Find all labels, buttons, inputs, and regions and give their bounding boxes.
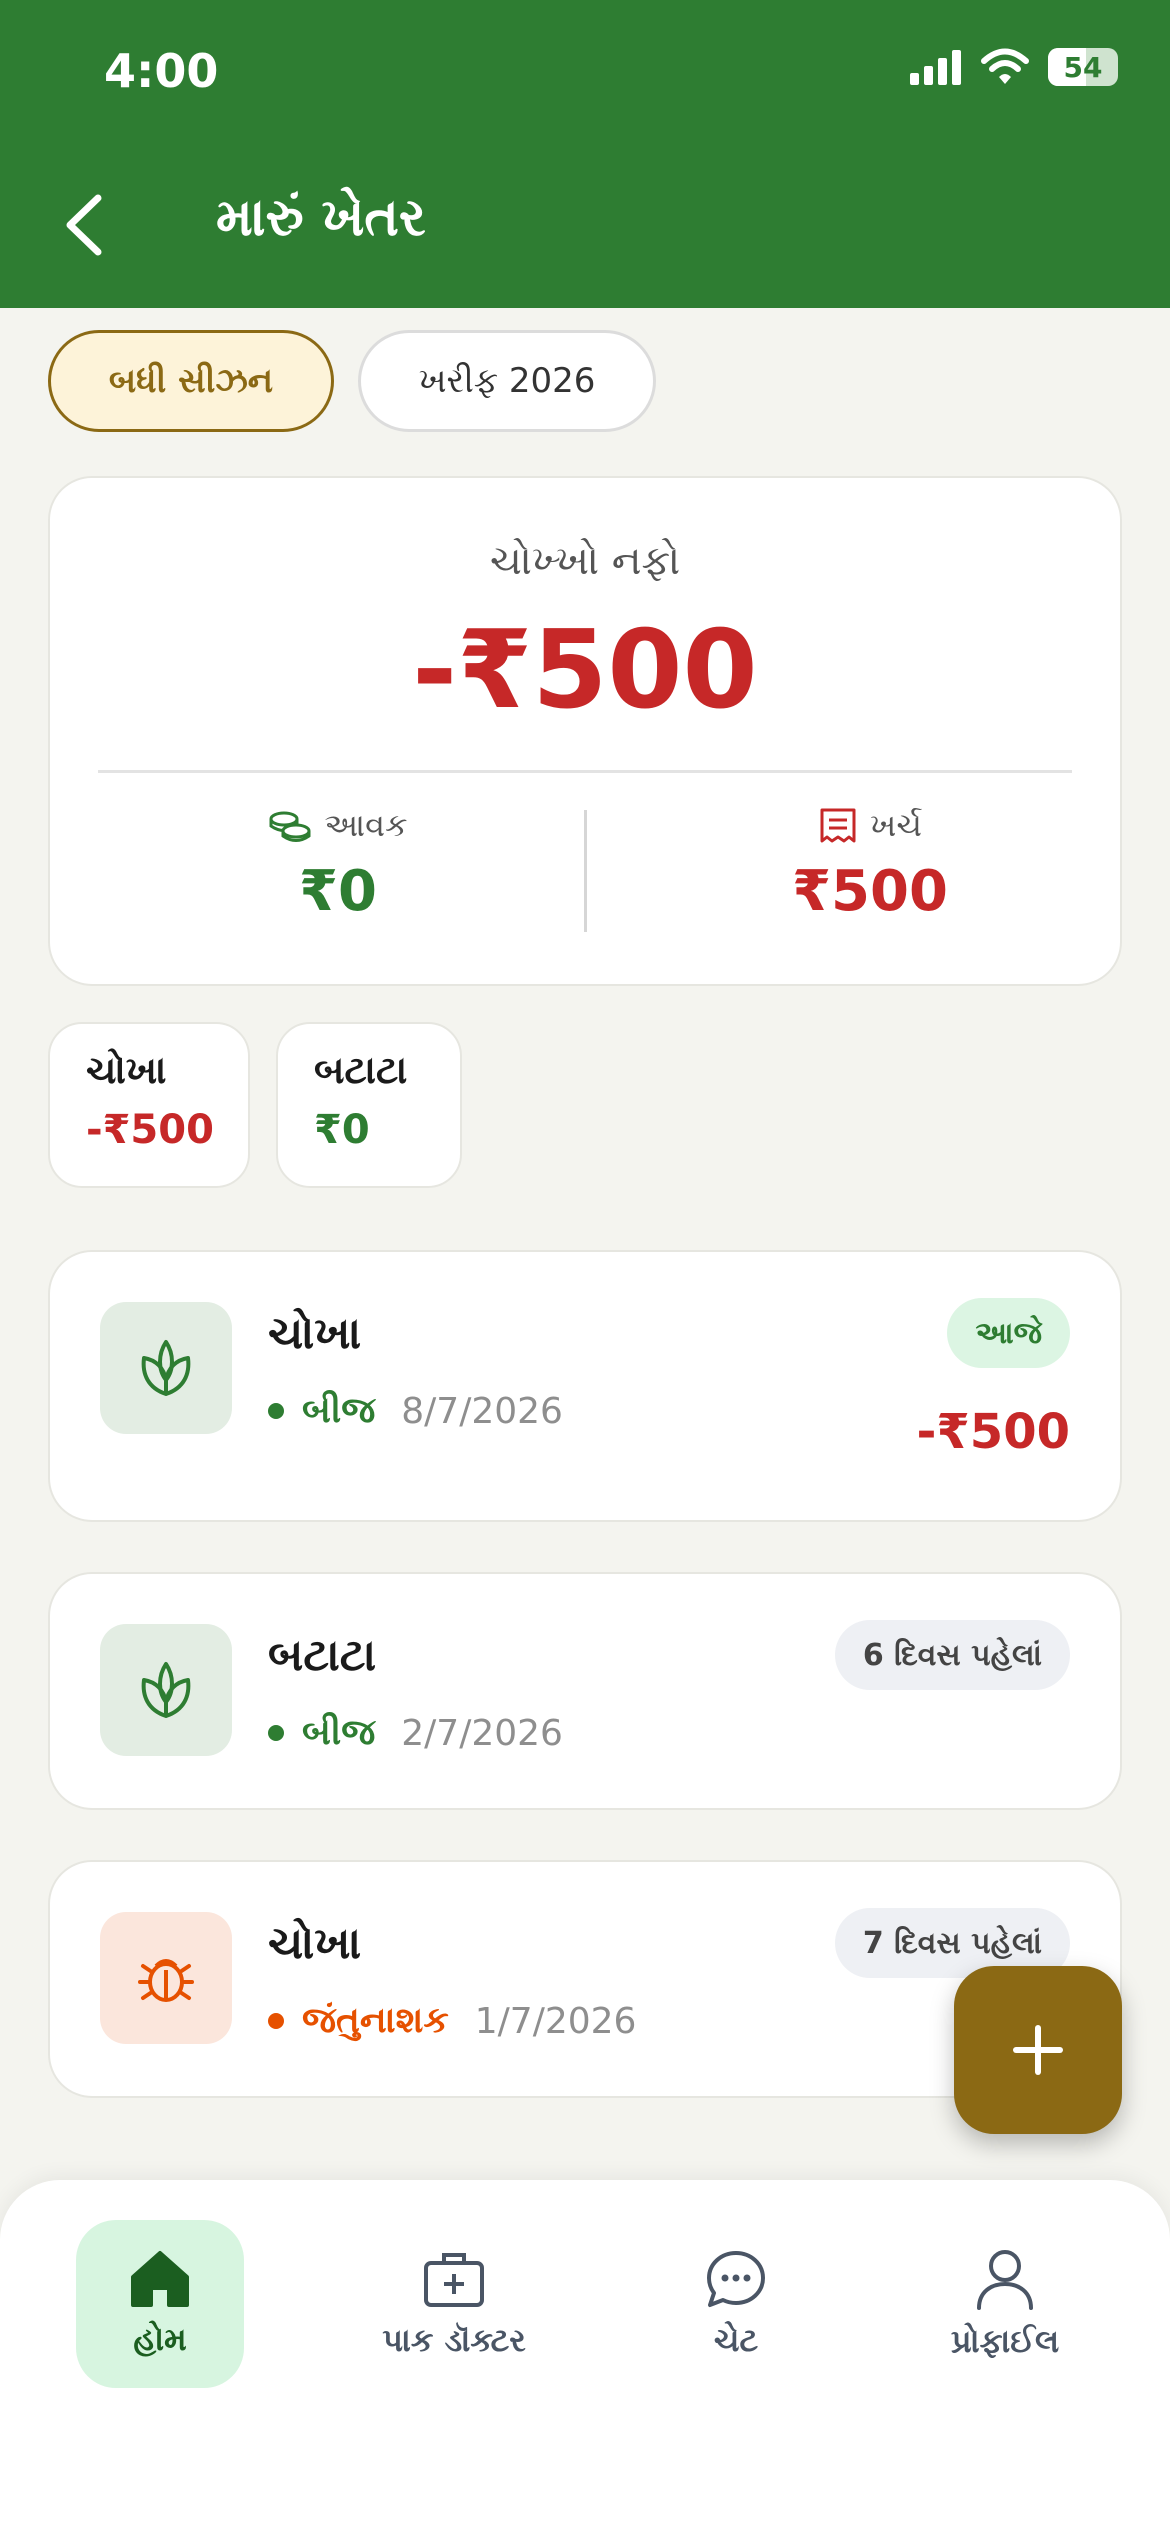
activity-crop: બટાટા <box>268 1630 377 1681</box>
activity-date: 1/7/2026 <box>474 2000 637 2042</box>
nav-home-label: હોમ <box>133 2319 187 2358</box>
activity-crop: ચોખા <box>268 1918 362 1969</box>
nav-doctor-label: પાક ડૉક્ટર <box>382 2320 526 2359</box>
activity-amount: -₹500 <box>916 1404 1070 1460</box>
crop-name: બટાટા <box>314 1048 408 1092</box>
season-chip-kharif[interactable]: ખરીફ 2026 <box>358 330 656 432</box>
nav-chat[interactable]: ચેટ <box>676 2220 796 2388</box>
activity-type: બીજ <box>302 1390 376 1431</box>
crop-value: -₹500 <box>86 1107 214 1153</box>
status-time: 4:00 <box>104 44 219 98</box>
user-icon <box>977 2249 1033 2310</box>
bug-icon <box>100 1912 232 2044</box>
activity-date: 8/7/2026 <box>401 1390 563 1432</box>
app-header: 4:00 54 મારું ખેતર <box>0 0 1170 308</box>
back-arrow-icon[interactable] <box>56 190 112 260</box>
status-dot <box>268 2013 284 2029</box>
receipt-icon <box>820 808 856 842</box>
plant-icon <box>100 1624 232 1756</box>
status-dot <box>268 1403 284 1419</box>
time-badge: 6 દિવસ પહેલાં <box>834 1620 1070 1690</box>
income-stat: આવક ₹0 <box>98 806 578 924</box>
battery-level: 54 <box>1063 50 1103 84</box>
chat-bubble-icon <box>707 2250 765 2307</box>
expense-stat: ખર્ચ ₹500 <box>630 806 1110 924</box>
expense-label: ખર્ચ <box>870 806 922 844</box>
activity-crop: ચોખા <box>268 1308 362 1359</box>
crop-value: ₹0 <box>314 1107 370 1153</box>
home-icon <box>131 2250 189 2307</box>
battery-icon: 54 <box>1048 48 1118 86</box>
net-profit-value: -₹500 <box>412 608 758 733</box>
time-badge: આજે <box>947 1298 1070 1368</box>
profit-summary-card: ચોખ્ખો નફો -₹500 આવક ₹0 ખર્ચ ₹500 <box>48 476 1122 986</box>
season-chip-all[interactable]: બધી સીઝન <box>48 330 334 432</box>
wifi-icon <box>981 48 1029 84</box>
activity-type: જંતુનાશક <box>302 2000 449 2041</box>
nav-crop-doctor[interactable]: પાક ડૉક્ટર <box>364 2220 544 2388</box>
activity-card[interactable]: ચોખા બીજ 8/7/2026 આજે -₹500 <box>48 1250 1122 1522</box>
summary-vertical-divider <box>584 810 587 932</box>
activity-card[interactable]: બટાટા બીજ 2/7/2026 6 દિવસ પહેલાં <box>48 1572 1122 1810</box>
activity-date: 2/7/2026 <box>401 1712 563 1754</box>
income-value: ₹0 <box>299 859 377 924</box>
activity-type: બીજ <box>302 1712 376 1753</box>
crop-summary-potato[interactable]: બટાટા ₹0 <box>276 1022 462 1188</box>
nav-profile-label: પ્રોફાઈલ <box>950 2321 1060 2360</box>
nav-profile[interactable]: પ્રોફાઈલ <box>930 2220 1080 2388</box>
plant-icon <box>100 1302 232 1434</box>
bottom-nav: હોમ પાક ડૉક્ટર ચેટ પ્રોફાઈલ <box>0 2180 1170 2532</box>
signal-icon <box>910 50 961 85</box>
nav-home[interactable]: હોમ <box>76 2220 244 2388</box>
summary-divider <box>98 770 1072 773</box>
status-icons: 54 <box>908 48 1118 86</box>
crop-summary-rice[interactable]: ચોખા -₹500 <box>48 1022 250 1188</box>
crop-name: ચોખા <box>86 1048 167 1092</box>
net-profit-label: ચોખ્ખો નફો <box>489 538 681 584</box>
nav-chat-label: ચેટ <box>713 2320 759 2359</box>
medical-kit-icon <box>424 2252 484 2307</box>
income-label: આવક <box>324 806 408 844</box>
plus-icon <box>1013 2025 1063 2075</box>
page-title: મારું ખેતર <box>216 188 426 248</box>
add-entry-button[interactable] <box>954 1966 1122 2134</box>
coins-icon <box>269 811 311 842</box>
expense-value: ₹500 <box>792 859 948 924</box>
status-dot <box>268 1725 284 1741</box>
